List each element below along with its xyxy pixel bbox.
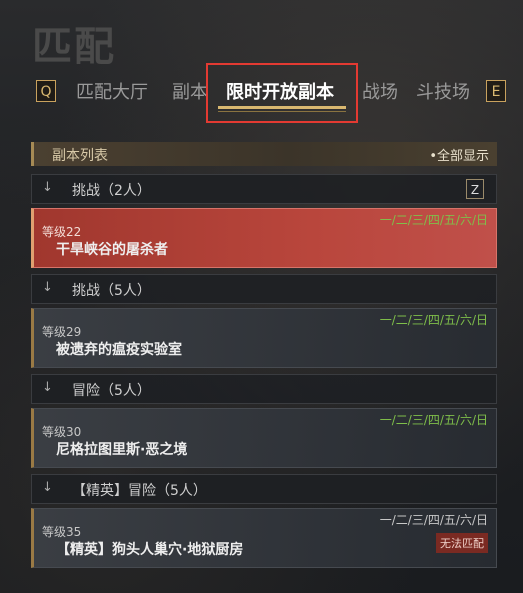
- dungeon-card-2[interactable]: 一/二/三/四/五/六/日 等级29 被遗弃的瘟疫实验室: [31, 308, 497, 368]
- unavailable-badge: 无法匹配: [436, 533, 488, 553]
- dungeon-level: 等级35: [42, 525, 82, 539]
- dungeon-card-3[interactable]: 一/二/三/四/五/六/日 等级30 尼格拉图里斯·恶之境: [31, 408, 497, 468]
- group-challenge-5[interactable]: ↓ 挑战（5人）: [31, 274, 497, 304]
- dungeon-level: 等级29: [42, 325, 82, 339]
- active-tab-highlight: [206, 63, 358, 123]
- tab-battlefield[interactable]: 战场: [362, 78, 398, 104]
- group-label: 【精英】冒险（5人）: [72, 483, 207, 499]
- open-days: 一/二/三/四/五/六/日: [379, 313, 488, 327]
- group-adventure-5[interactable]: ↓ 冒险（5人）: [31, 374, 497, 404]
- open-days: 一/二/三/四/五/六/日: [379, 213, 488, 227]
- expand-arrow-icon: ↓: [42, 280, 53, 295]
- next-tab-key[interactable]: E: [486, 80, 506, 102]
- group-label: 冒险（5人）: [72, 383, 151, 399]
- dungeon-level: 等级22: [42, 225, 82, 239]
- open-days: 一/二/三/四/五/六/日: [379, 413, 488, 427]
- active-tab-underline: [218, 106, 346, 109]
- collapse-key[interactable]: Z: [466, 179, 484, 199]
- open-days: 一/二/三/四/五/六/日: [379, 513, 488, 527]
- expand-arrow-icon: ↓: [42, 380, 53, 395]
- tab-dungeon[interactable]: 副本: [172, 78, 208, 104]
- tab-match-hall[interactable]: 匹配大厅: [76, 78, 148, 104]
- dungeon-list-header: 副本列表 •全部显示: [31, 142, 497, 166]
- dungeon-level: 等级30: [42, 425, 82, 439]
- dungeon-name: 干旱峡谷的屠杀者: [56, 242, 168, 258]
- prev-tab-key[interactable]: Q: [36, 80, 56, 102]
- expand-arrow-icon: ↓: [42, 180, 53, 195]
- dungeon-name: 【精英】狗头人巢穴·地狱厨房: [56, 542, 244, 558]
- dungeon-card-1[interactable]: 一/二/三/四/五/六/日 等级22 干旱峡谷的屠杀者: [31, 208, 497, 268]
- group-label: 挑战（5人）: [72, 283, 151, 299]
- group-label: 挑战（2人）: [72, 183, 151, 199]
- active-tab-underline-secondary: [218, 111, 346, 112]
- dungeon-name: 被遗弃的瘟疫实验室: [56, 342, 182, 358]
- group-challenge-2[interactable]: ↓ 挑战（2人） Z: [31, 174, 497, 204]
- group-elite-adventure-5[interactable]: ↓ 【精英】冒险（5人）: [31, 474, 497, 504]
- expand-arrow-icon: ↓: [42, 480, 53, 495]
- show-all-button[interactable]: •全部显示: [429, 145, 489, 164]
- dungeon-name: 尼格拉图里斯·恶之境: [56, 442, 188, 458]
- dungeon-card-4[interactable]: 一/二/三/四/五/六/日 等级35 【精英】狗头人巢穴·地狱厨房 无法匹配: [31, 508, 497, 568]
- page-title: 匹配: [32, 23, 116, 70]
- dungeon-list-title: 副本列表: [52, 148, 108, 164]
- tab-arena[interactable]: 斗技场: [416, 78, 470, 104]
